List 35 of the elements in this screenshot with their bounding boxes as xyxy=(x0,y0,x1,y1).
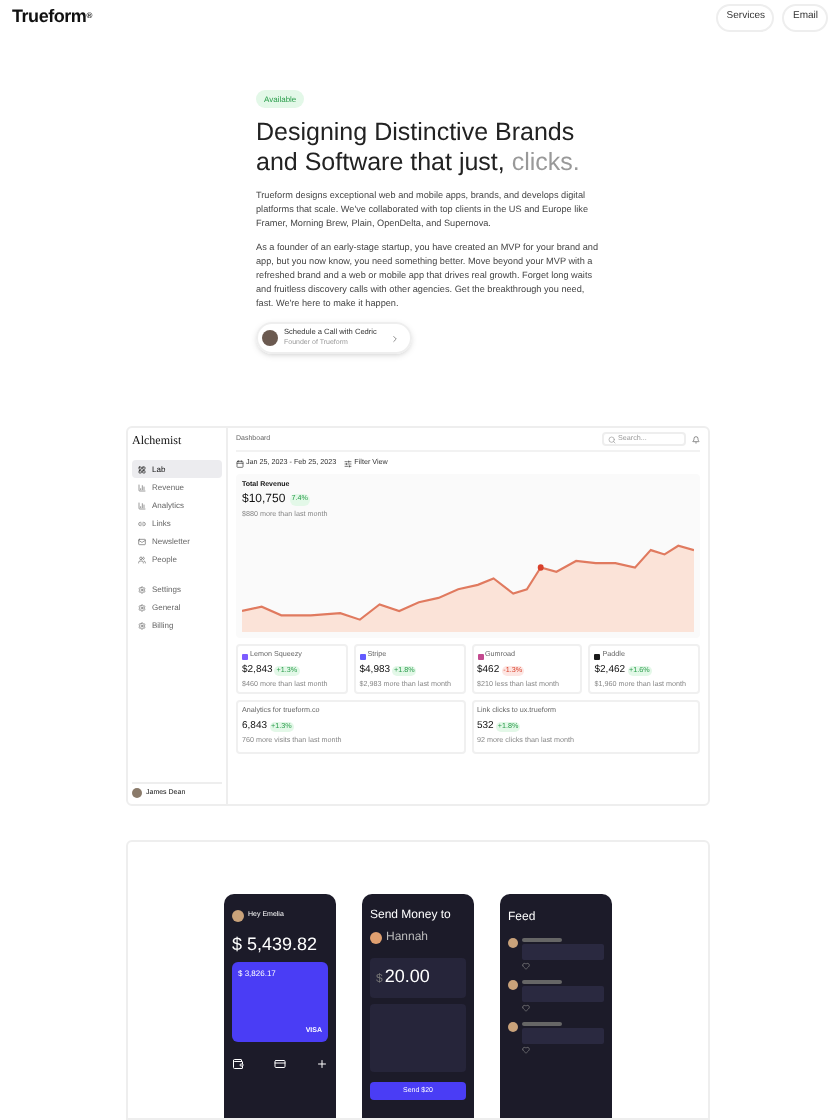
avatar xyxy=(232,910,244,922)
nav-icon xyxy=(138,621,146,629)
post-content xyxy=(522,944,604,960)
calendar-icon xyxy=(236,459,244,468)
heart-icon[interactable] xyxy=(522,962,530,970)
heart-icon[interactable] xyxy=(522,1046,530,1054)
text-line xyxy=(522,938,562,942)
avatar xyxy=(508,1022,518,1032)
post-content xyxy=(522,1028,604,1044)
post-content xyxy=(522,986,604,1002)
nav-icon xyxy=(138,501,146,509)
nav-icon xyxy=(138,555,146,563)
wallet-icon[interactable] xyxy=(232,1058,244,1070)
hero-heading: Designing Distinctive Brands and Software that just, clicks. xyxy=(256,118,582,178)
nav-icon xyxy=(138,603,146,611)
balance: $ 5,439.82 xyxy=(232,936,320,954)
nav-icon xyxy=(138,519,146,527)
nav-icon xyxy=(138,585,146,593)
nav-icon xyxy=(138,465,146,473)
text-line xyxy=(522,980,562,984)
avatar xyxy=(370,932,382,945)
notification-icon[interactable] xyxy=(692,435,700,443)
card-icon[interactable] xyxy=(274,1058,286,1070)
nav-icon xyxy=(138,483,146,491)
avatar xyxy=(262,330,278,346)
heart-icon[interactable] xyxy=(522,1004,530,1012)
sliders-icon xyxy=(344,459,353,468)
text-line xyxy=(522,1022,562,1026)
chevron-icon xyxy=(390,333,401,343)
avatar xyxy=(508,980,518,990)
search-icon xyxy=(608,435,616,443)
nav-icon xyxy=(138,537,146,545)
amount: 20.00 xyxy=(384,964,430,990)
avatar xyxy=(508,938,518,948)
add-icon[interactable] xyxy=(316,1058,328,1070)
